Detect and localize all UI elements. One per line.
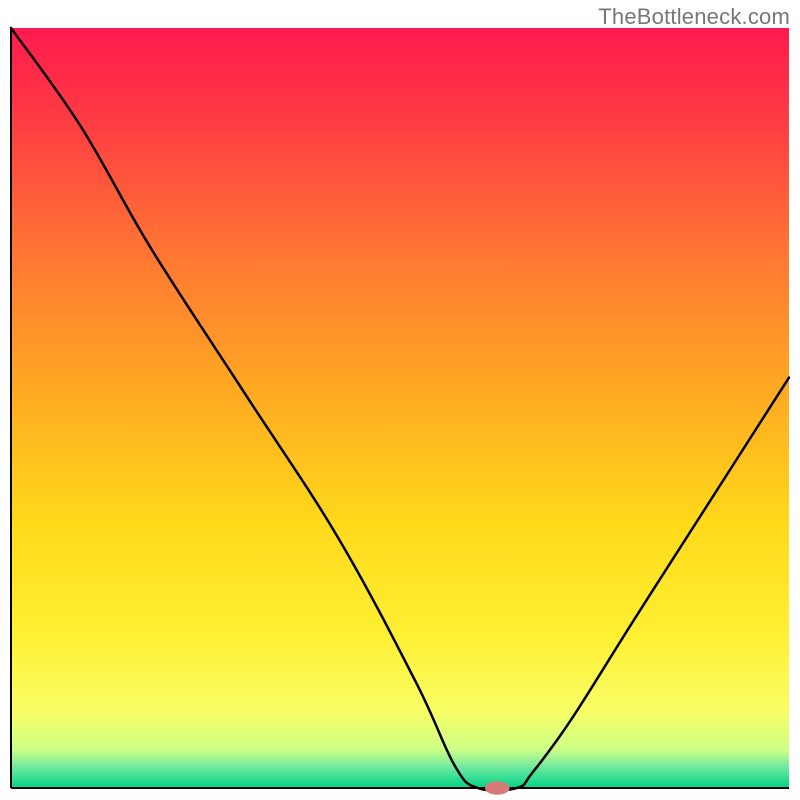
watermark-text: TheBottleneck.com — [598, 4, 790, 30]
bottleneck-chart — [11, 28, 789, 788]
optimum-marker — [485, 781, 510, 795]
plot-background — [11, 28, 789, 788]
chart-container: TheBottleneck.com — [0, 0, 800, 800]
